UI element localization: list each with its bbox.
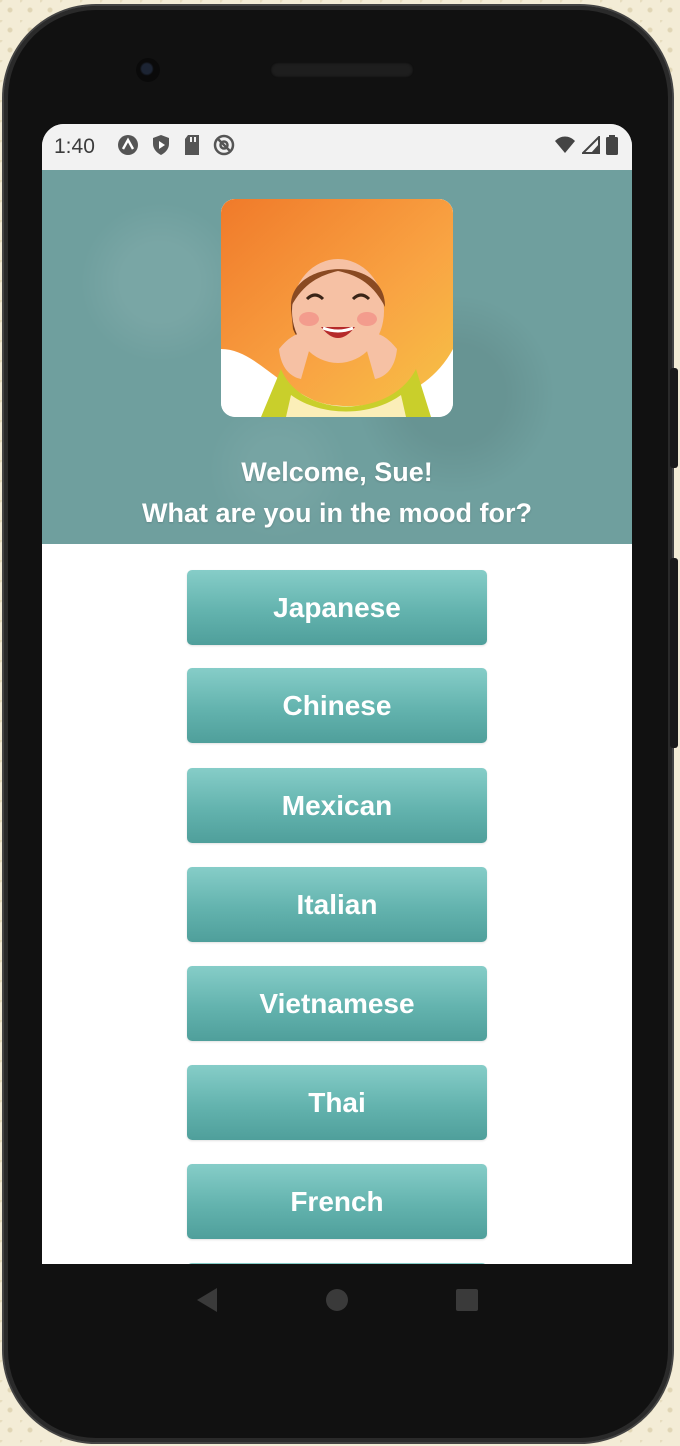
cuisine-button-french[interactable]: French <box>187 1164 487 1239</box>
volume-button <box>670 558 678 748</box>
cuisine-button-chinese[interactable]: Chinese <box>187 668 487 743</box>
navigation-bar <box>42 1264 632 1336</box>
cuisine-button-mexican[interactable]: Mexican <box>187 768 487 843</box>
welcome-greeting: Welcome, Sue! <box>241 457 433 487</box>
mood-question: What are you in the mood for? <box>142 498 532 528</box>
welcome-message: Welcome, Sue! What are you in the mood f… <box>42 452 632 534</box>
sd-card-icon <box>183 134 201 161</box>
status-bar: 1:40 <box>42 124 632 170</box>
cuisine-button-japanese[interactable]: Japanese <box>187 570 487 645</box>
at-circle-icon <box>213 134 235 161</box>
wifi-icon <box>554 136 576 159</box>
notification-icons <box>117 134 235 161</box>
welcome-header: Welcome, Sue! What are you in the mood f… <box>42 170 632 544</box>
smiling-woman-avatar <box>221 199 453 417</box>
recents-square-icon[interactable] <box>447 1280 487 1320</box>
cuisine-button-vietnamese[interactable]: Vietnamese <box>187 966 487 1041</box>
earpiece-speaker <box>270 62 414 78</box>
signal-icon <box>580 134 600 159</box>
cuisine-button-thai[interactable]: Thai <box>187 1065 487 1140</box>
power-button <box>670 368 678 468</box>
shield-play-icon <box>151 134 171 161</box>
app-screen: 1:40 Welcome, Sue! What are you in the m… <box>42 124 632 1264</box>
a-circle-icon <box>117 134 139 161</box>
cuisine-button-italian[interactable]: Italian <box>187 867 487 942</box>
system-icons <box>554 134 618 160</box>
back-triangle-icon[interactable] <box>187 1280 227 1320</box>
battery-icon <box>606 134 618 160</box>
home-circle-icon[interactable] <box>317 1280 357 1320</box>
status-time: 1:40 <box>54 135 95 158</box>
front-camera <box>136 58 160 82</box>
